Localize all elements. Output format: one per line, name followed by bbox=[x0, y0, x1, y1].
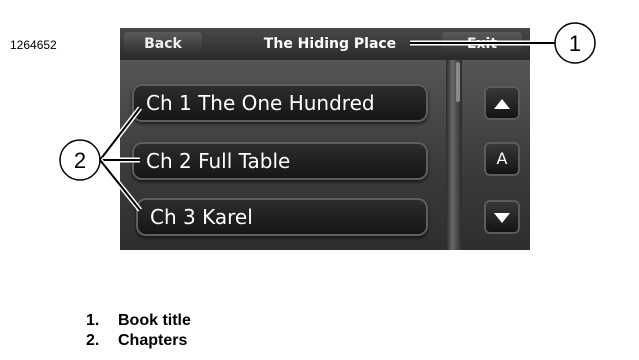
legend-item: 2. Chapters bbox=[86, 332, 188, 349]
callout-2-number: 2 bbox=[74, 148, 86, 173]
callout-lines: 1 2 bbox=[59, 22, 596, 212]
callout-1-number: 1 bbox=[569, 31, 581, 56]
legend-item: 1. Book title bbox=[86, 312, 191, 329]
legend: 1. Book title 2. Chapters bbox=[86, 311, 191, 351]
